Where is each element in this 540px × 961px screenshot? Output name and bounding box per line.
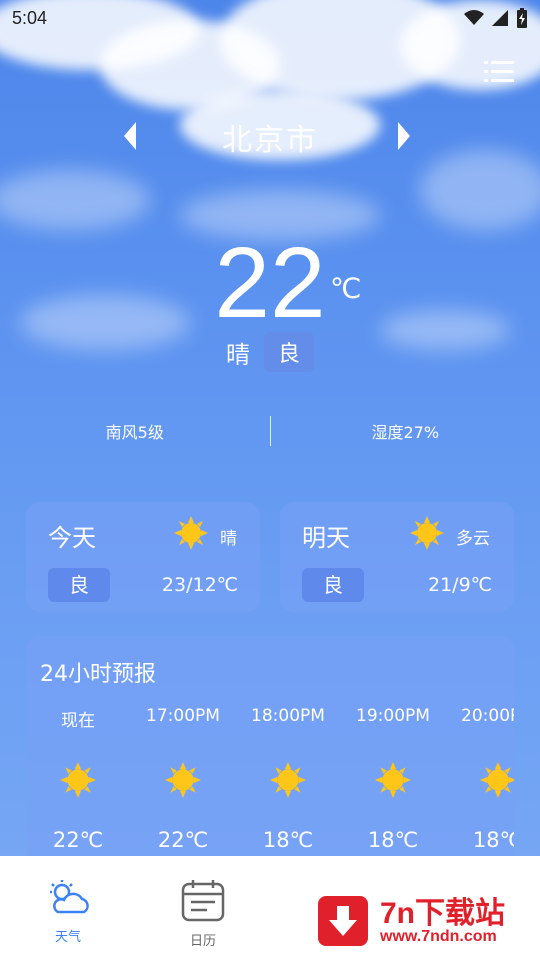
status-time: 5:04 (12, 7, 48, 28)
hourly-item: 现在 22℃ (26, 706, 130, 852)
tomorrow-aqi: 良 (302, 568, 364, 602)
hourly-item: 17:00PM 22℃ (131, 706, 235, 852)
tomorrow-label: 明天 (302, 524, 350, 552)
hourly-time: 18:00PM (251, 706, 325, 726)
wind-info: 南风5级 (105, 423, 164, 442)
hourly-time: 17:00PM (146, 706, 220, 726)
city-name: 北京市 (222, 123, 318, 158)
hourly-temp: 18℃ (472, 828, 514, 852)
today-weather: 晴 (220, 529, 237, 549)
cloud-decoration (420, 150, 540, 230)
menu-icon[interactable] (484, 60, 514, 84)
hourly-scroll[interactable]: 现在 22℃ 17:00PM 22℃ 18:00PM 18℃ 19:00PM 1… (26, 706, 514, 866)
status-icons (464, 8, 528, 28)
sun-icon (60, 762, 96, 798)
sun-icon (174, 516, 208, 550)
wifi-icon (464, 10, 484, 25)
temperature-unit: ℃ (330, 272, 362, 305)
hourly-time: 现在 (61, 711, 95, 731)
humidity-info: 湿度27% (371, 423, 440, 442)
hourly-item: 18:00PM 18℃ (236, 706, 340, 852)
sun-icon (165, 762, 201, 798)
nav-calendar-label: 日历 (189, 934, 216, 949)
nav-calendar[interactable]: 日历 (168, 878, 238, 949)
aqi-badge: 良 (263, 332, 314, 372)
tomorrow-temp-range: 21/9℃ (427, 574, 492, 596)
today-label: 今天 (48, 524, 96, 552)
download-logo-icon (318, 896, 368, 946)
cloud-decoration (0, 170, 150, 230)
hourly-forecast: 24小时预报 现在 22℃ 17:00PM 22℃ 18:00PM 18℃ 19… (26, 636, 514, 876)
signal-icon (492, 10, 508, 26)
current-condition-row: 晴 良 (0, 332, 540, 372)
partly-cloudy-icon (50, 880, 89, 914)
hourly-temp: 18℃ (262, 828, 314, 852)
status-bar: 5:04 (0, 0, 540, 36)
city-selector: 北京市 (0, 112, 540, 162)
calendar-icon (181, 880, 225, 922)
watermark-title: 7n下载站 (380, 897, 506, 930)
today-aqi: 良 (48, 568, 110, 602)
hourly-item: 19:00PM 18℃ (341, 706, 445, 852)
hourly-time: 20:00PM (461, 706, 514, 726)
prev-city-arrow-icon[interactable] (118, 118, 142, 154)
hourly-temp: 22℃ (52, 828, 104, 852)
next-city-arrow-icon[interactable] (392, 118, 416, 154)
tomorrow-card[interactable]: 明天 多云 良 21/9℃ (280, 502, 514, 612)
sun-icon (480, 762, 514, 798)
watermark: 7n下载站 www.7ndn.com (318, 888, 528, 948)
today-temp-range: 23/12℃ (161, 574, 238, 596)
wind-humidity-row: 南风5级 湿度27% (0, 414, 540, 448)
current-temperature: 22 ℃ (0, 228, 540, 338)
temperature-value: 22 (214, 227, 326, 339)
watermark-url: www.7ndn.com (380, 928, 497, 945)
battery-icon (517, 8, 527, 28)
weather-condition: 晴 (225, 340, 250, 369)
nav-weather[interactable]: 天气 (33, 878, 103, 945)
hourly-time: 19:00PM (356, 706, 430, 726)
hourly-title: 24小时预报 (40, 662, 156, 687)
hourly-temp: 22℃ (157, 828, 209, 852)
sun-icon (375, 762, 411, 798)
today-card[interactable]: 今天 晴 良 23/12℃ (26, 502, 260, 612)
tomorrow-weather: 多云 (456, 529, 490, 549)
sun-icon (410, 516, 444, 550)
nav-weather-label: 天气 (54, 930, 81, 945)
hourly-item: 20:00PM 18℃ (446, 706, 514, 852)
sun-icon (270, 762, 306, 798)
hourly-temp: 18℃ (367, 828, 419, 852)
